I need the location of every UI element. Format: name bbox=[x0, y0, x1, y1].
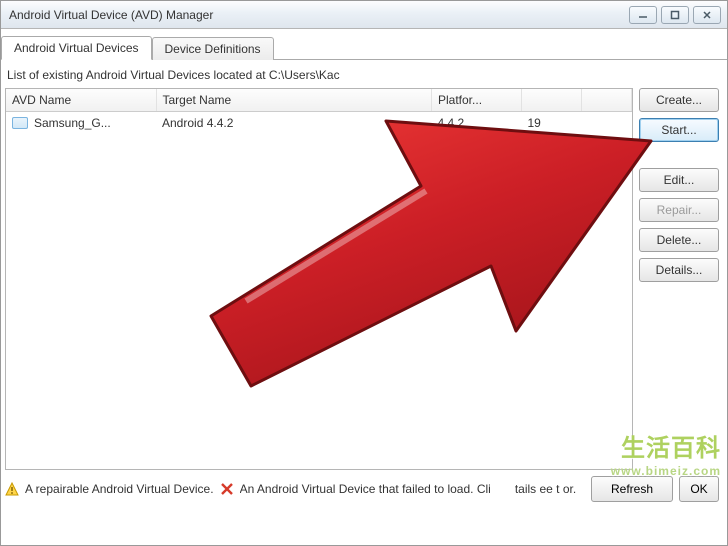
close-button[interactable] bbox=[693, 6, 721, 24]
repair-button[interactable]: Repair... bbox=[639, 198, 719, 222]
device-icon bbox=[12, 117, 28, 129]
col-avd-name[interactable]: AVD Name bbox=[6, 89, 156, 112]
ok-button[interactable]: OK bbox=[679, 476, 719, 502]
cell-target-name: Android 4.4.2 bbox=[156, 112, 432, 135]
table-row[interactable]: Samsung_G... Android 4.4.2 4.4.2 19 bbox=[6, 112, 632, 135]
footer-failed-text: An Android Virtual Device that failed to… bbox=[240, 482, 491, 496]
intro-text: List of existing Android Virtual Devices… bbox=[5, 68, 721, 82]
side-button-column: Create... Start... Edit... Repair... Del… bbox=[639, 88, 721, 470]
minimize-button[interactable] bbox=[629, 6, 657, 24]
cell-platform: 4.4.2 bbox=[432, 112, 522, 135]
create-button[interactable]: Create... bbox=[639, 88, 719, 112]
footer-suffix-text: tails ee t or. bbox=[515, 482, 576, 496]
maximize-button[interactable] bbox=[661, 6, 689, 24]
refresh-button[interactable]: Refresh bbox=[591, 476, 673, 502]
error-icon bbox=[220, 482, 234, 496]
window-title: Android Virtual Device (AVD) Manager bbox=[9, 8, 629, 22]
footer-repairable-text: A repairable Android Virtual Device. bbox=[25, 482, 214, 496]
cell-api: 19 bbox=[522, 112, 582, 135]
table-header-row: AVD Name Target Name Platfor... bbox=[6, 89, 632, 112]
tab-avd[interactable]: Android Virtual Devices bbox=[1, 36, 152, 60]
delete-button[interactable]: Delete... bbox=[639, 228, 719, 252]
tab-strip: Android Virtual Devices Device Definitio… bbox=[1, 29, 727, 60]
col-target-name[interactable]: Target Name bbox=[156, 89, 432, 112]
start-button[interactable]: Start... bbox=[639, 118, 719, 142]
cell-avd-name: Samsung_G... bbox=[6, 112, 156, 135]
avd-table[interactable]: AVD Name Target Name Platfor... Samsung_… bbox=[5, 88, 633, 470]
cell-avd-name-text: Samsung_G... bbox=[34, 116, 111, 130]
tab-device-definitions[interactable]: Device Definitions bbox=[152, 37, 274, 60]
col-extra[interactable] bbox=[582, 89, 632, 112]
warning-icon bbox=[5, 482, 19, 496]
footer-bar: A repairable Android Virtual Device. An … bbox=[1, 470, 727, 508]
details-button[interactable]: Details... bbox=[639, 258, 719, 282]
edit-button[interactable]: Edit... bbox=[639, 168, 719, 192]
col-api[interactable] bbox=[522, 89, 582, 112]
tab-panel-avd: List of existing Android Virtual Devices… bbox=[1, 60, 727, 470]
col-platform[interactable]: Platfor... bbox=[432, 89, 522, 112]
window-titlebar: Android Virtual Device (AVD) Manager bbox=[1, 1, 727, 29]
window-controls bbox=[629, 6, 727, 24]
